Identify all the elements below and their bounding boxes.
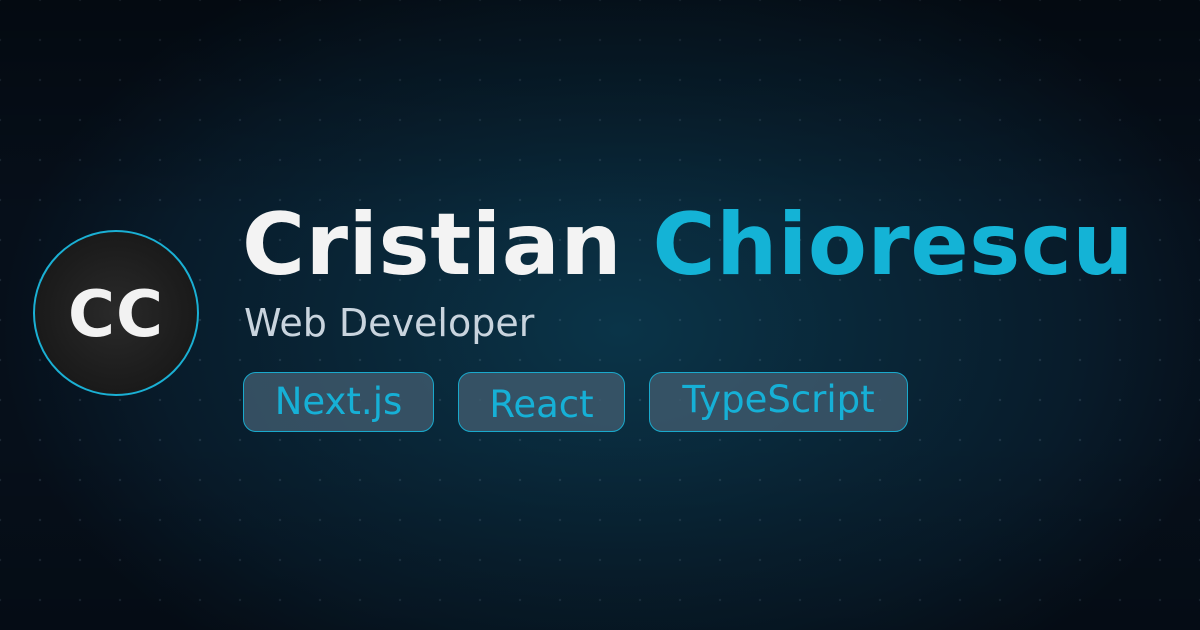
last-name: Chiorescu	[652, 195, 1135, 295]
tag-label: React	[489, 383, 594, 426]
tag-react: React	[458, 372, 625, 432]
tag-nextjs: Next.js	[243, 372, 434, 432]
avatar-initials: CC	[68, 278, 164, 352]
tag-typescript: TypeScript	[649, 372, 908, 432]
profile-name: Cristian Chiorescu	[242, 202, 1134, 288]
avatar: CC	[33, 230, 199, 396]
job-title: Web Developer	[244, 301, 535, 345]
tag-label: Next.js	[274, 380, 403, 423]
first-name: Cristian	[242, 195, 623, 295]
tag-label: TypeScript	[682, 378, 875, 421]
